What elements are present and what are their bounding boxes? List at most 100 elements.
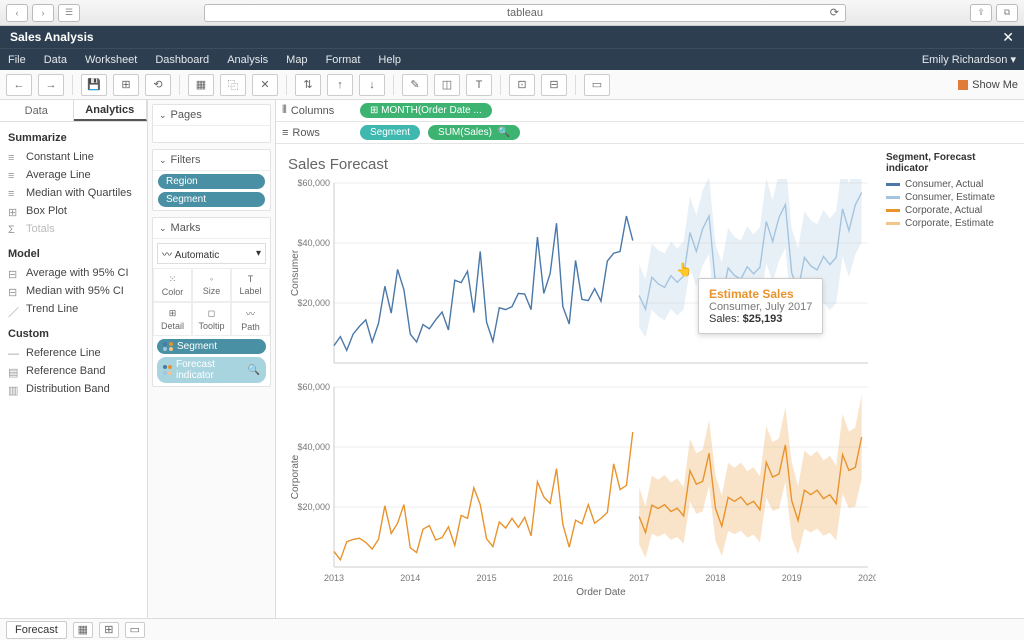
- sort-desc-button[interactable]: ↓: [359, 74, 385, 96]
- chevron-down-icon[interactable]: ⌄: [159, 155, 167, 166]
- side-pane: Data Analytics Summarize ≡Constant Line …: [0, 100, 148, 618]
- show-me-button[interactable]: Show Me: [958, 79, 1018, 91]
- menu-analysis[interactable]: Analysis: [227, 54, 268, 66]
- analytics-median-quartiles[interactable]: ≡Median with Quartiles: [0, 184, 147, 202]
- swap-button[interactable]: ⇅: [295, 74, 321, 96]
- chevron-down-icon[interactable]: ⌄: [159, 110, 167, 121]
- mark-tooltip[interactable]: ◻Tooltip: [192, 302, 231, 336]
- mark-type-select[interactable]: 〰 Automatic▾: [157, 243, 266, 264]
- analytics-dist-band[interactable]: ▥Distribution Band: [0, 380, 147, 398]
- rows-shelf[interactable]: ≡Rows Segment SUM(Sales) 🔍: [276, 122, 1024, 144]
- analytics-median-ci[interactable]: ⊟Median with 95% CI: [0, 282, 147, 300]
- chart-title: Sales Forecast: [288, 156, 876, 173]
- analytics-ref-band[interactable]: ▤Reference Band: [0, 362, 147, 380]
- menu-file[interactable]: File: [8, 54, 26, 66]
- fit-button[interactable]: ⊡: [509, 74, 535, 96]
- back-button[interactable]: ‹: [6, 4, 28, 22]
- save-button[interactable]: 💾: [81, 74, 107, 96]
- svg-text:$40,000: $40,000: [297, 442, 330, 452]
- close-icon[interactable]: ✕: [1002, 29, 1014, 46]
- legend-item[interactable]: Consumer, Estimate: [886, 191, 1018, 204]
- legend-item[interactable]: Corporate, Estimate: [886, 217, 1018, 230]
- svg-text:$40,000: $40,000: [297, 238, 330, 248]
- highlight-button[interactable]: ✎: [402, 74, 428, 96]
- filter-pill-segment[interactable]: Segment: [158, 192, 265, 207]
- svg-text:2016: 2016: [553, 573, 573, 583]
- address-bar[interactable]: tableau ⟳: [204, 4, 846, 22]
- label-icon: T: [248, 274, 254, 284]
- menu-worksheet[interactable]: Worksheet: [85, 54, 137, 66]
- model-heading: Model: [0, 238, 147, 264]
- mark-label[interactable]: TLabel: [231, 268, 270, 302]
- color-shelf-forecast[interactable]: Forecast indicator🔍: [157, 357, 266, 383]
- new-data-button[interactable]: ⊞: [113, 74, 139, 96]
- svg-text:$20,000: $20,000: [297, 502, 330, 512]
- tab-analytics[interactable]: Analytics: [74, 100, 148, 121]
- svg-text:2020: 2020: [858, 573, 876, 583]
- sheet-tab-forecast[interactable]: Forecast: [6, 621, 67, 639]
- footer: Forecast ▦ ⊞ ▭: [0, 618, 1024, 640]
- mark-color[interactable]: ⁙Color: [153, 268, 192, 302]
- analytics-ref-line[interactable]: —Reference Line: [0, 344, 147, 362]
- tab-data[interactable]: Data: [0, 100, 74, 121]
- analytics-avg-ci[interactable]: ⊟Average with 95% CI: [0, 264, 147, 282]
- menu-help[interactable]: Help: [378, 54, 401, 66]
- window-titlebar: Sales Analysis ✕: [0, 26, 1024, 48]
- tooltip: Estimate Sales Consumer, July 2017 Sales…: [698, 278, 823, 334]
- view-pane: ⦀Columns ⊞ MONTH(Order Date ... ≡Rows Se…: [276, 100, 1024, 618]
- cards-pane: ⌄Pages ⌄Filters Region Segment ⌄Marks 〰 …: [148, 100, 276, 618]
- forecast-chart: $20,000$40,000$60,000Consumer$20,000$40,…: [286, 179, 876, 599]
- fix-axes-button[interactable]: ⊟: [541, 74, 567, 96]
- analytics-constant-line[interactable]: ≡Constant Line: [0, 148, 147, 166]
- presentation-button[interactable]: ▭: [584, 74, 610, 96]
- redo-button[interactable]: →: [38, 74, 64, 96]
- legend: Segment, Forecast indicator Consumer, Ac…: [880, 144, 1024, 618]
- mark-path[interactable]: 〰Path: [231, 302, 270, 336]
- legend-title: Segment, Forecast indicator: [886, 152, 1018, 174]
- sidebar-button[interactable]: ☰: [58, 4, 80, 22]
- browser-toolbar: ‹ › ☰ tableau ⟳ ⇪ ⧉: [0, 0, 1024, 26]
- filter-pill-region[interactable]: Region: [158, 174, 265, 189]
- forward-button[interactable]: ›: [32, 4, 54, 22]
- marks-card: ⌄Marks 〰 Automatic▾ ⁙Color ◦Size TLabel …: [152, 217, 271, 387]
- analytics-average-line[interactable]: ≡Average Line: [0, 166, 147, 184]
- color-icon: ⁙: [169, 274, 177, 285]
- tabs-button[interactable]: ⧉: [996, 4, 1018, 22]
- chevron-down-icon[interactable]: ⌄: [159, 223, 167, 234]
- svg-text:Order Date: Order Date: [576, 587, 626, 598]
- new-worksheet-button[interactable]: ▦: [73, 622, 93, 638]
- duplicate-button[interactable]: ⿻: [220, 74, 246, 96]
- custom-heading: Custom: [0, 318, 147, 344]
- mark-detail[interactable]: ⊞Detail: [153, 302, 192, 336]
- menu-map[interactable]: Map: [286, 54, 307, 66]
- share-button[interactable]: ⇪: [970, 4, 992, 22]
- analytics-trend-line[interactable]: ／Trend Line: [0, 300, 147, 318]
- menu-format[interactable]: Format: [326, 54, 361, 66]
- columns-pill-date[interactable]: ⊞ MONTH(Order Date ...: [360, 103, 492, 118]
- legend-item[interactable]: Consumer, Actual: [886, 178, 1018, 191]
- menu-data[interactable]: Data: [44, 54, 67, 66]
- chart-viewport[interactable]: Sales Forecast $20,000$40,000$60,000Cons…: [276, 144, 880, 618]
- clear-button[interactable]: ✕: [252, 74, 278, 96]
- menu-dashboard[interactable]: Dashboard: [155, 54, 209, 66]
- rows-pill-sales[interactable]: SUM(Sales) 🔍: [428, 125, 520, 140]
- svg-text:2017: 2017: [629, 573, 649, 583]
- new-dashboard-button[interactable]: ⊞: [99, 622, 119, 638]
- new-sheet-button[interactable]: ▦: [188, 74, 214, 96]
- svg-text:$60,000: $60,000: [297, 382, 330, 392]
- user-menu[interactable]: Emily Richardson ▾: [922, 53, 1016, 66]
- new-story-button[interactable]: ▭: [125, 622, 145, 638]
- reload-icon[interactable]: ⟳: [830, 6, 839, 19]
- legend-item[interactable]: Corporate, Actual: [886, 204, 1018, 217]
- group-button[interactable]: ◫: [434, 74, 460, 96]
- sort-asc-button[interactable]: ↑: [327, 74, 353, 96]
- auto-update-button[interactable]: ⟲: [145, 74, 171, 96]
- undo-button[interactable]: ←: [6, 74, 32, 96]
- svg-text:$20,000: $20,000: [297, 298, 330, 308]
- columns-shelf[interactable]: ⦀Columns ⊞ MONTH(Order Date ...: [276, 100, 1024, 122]
- mark-size[interactable]: ◦Size: [192, 268, 231, 302]
- analytics-box-plot[interactable]: ⊞Box Plot: [0, 202, 147, 220]
- color-shelf-segment[interactable]: Segment: [157, 339, 266, 354]
- rows-pill-segment[interactable]: Segment: [360, 125, 420, 140]
- labels-button[interactable]: T: [466, 74, 492, 96]
